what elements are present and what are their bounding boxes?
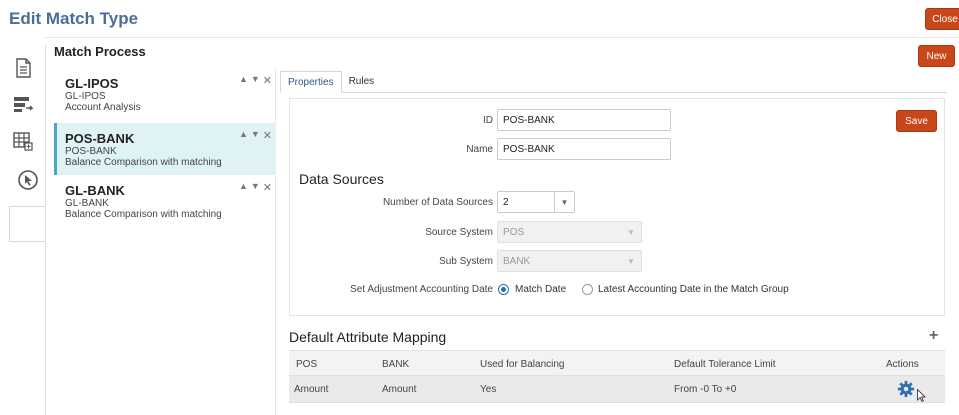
move-up-icon[interactable]: ▲ xyxy=(239,129,248,142)
id-field[interactable]: POS-BANK xyxy=(497,109,671,131)
data-sources-title: Data Sources xyxy=(299,171,384,187)
source-system-label: Source System xyxy=(425,227,493,238)
name-label: Name xyxy=(466,144,493,155)
match-process-title: Match Process xyxy=(54,44,146,59)
close-button[interactable]: Close xyxy=(925,8,959,30)
name-field[interactable]: POS-BANK xyxy=(497,138,671,160)
tab-rules[interactable]: Rules xyxy=(342,71,382,93)
id-label: ID xyxy=(483,115,493,126)
item-subtitle: GL-IPOS xyxy=(65,91,106,102)
move-down-icon[interactable]: ▼ xyxy=(251,129,260,142)
move-up-icon[interactable]: ▲ xyxy=(239,74,248,87)
chevron-down-icon: ▼ xyxy=(554,192,574,212)
data-transfer-icon[interactable] xyxy=(9,90,36,117)
rail-active-tab xyxy=(9,206,46,242)
gear-icon[interactable] xyxy=(897,380,915,398)
mouse-pointer-icon xyxy=(917,389,926,402)
document-list-icon[interactable] xyxy=(9,54,36,81)
rail-border xyxy=(45,44,46,415)
add-icon[interactable]: + xyxy=(929,327,938,345)
item-subtitle: GL-BANK xyxy=(65,198,109,209)
header-tolerance: Default Tolerance Limit xyxy=(674,359,776,370)
table-grid-icon[interactable] xyxy=(9,127,36,154)
header-balancing: Used for Balancing xyxy=(480,359,565,370)
num-sources-value: 2 xyxy=(503,196,509,208)
item-description: Balance Comparison with matching xyxy=(65,157,222,168)
item-description: Account Analysis xyxy=(65,102,141,113)
cursor-target-icon[interactable] xyxy=(14,166,41,193)
cell-pos: Amount xyxy=(294,384,329,395)
table-row[interactable]: Amount Amount Yes From -0 To +0 xyxy=(289,376,945,403)
item-subtitle: POS-BANK xyxy=(65,146,117,157)
latest-date-radio[interactable] xyxy=(582,284,593,295)
sub-system-select: BANK ▼ xyxy=(497,250,642,272)
match-date-radio[interactable] xyxy=(498,284,509,295)
left-icon-rail xyxy=(0,44,46,415)
remove-icon[interactable]: ✕ xyxy=(263,181,272,194)
latest-date-label: Latest Accounting Date in the Match Grou… xyxy=(598,284,789,295)
mapping-title: Default Attribute Mapping xyxy=(289,329,447,345)
page-title: Edit Match Type xyxy=(9,9,139,28)
move-up-icon[interactable]: ▲ xyxy=(239,181,248,194)
source-system-select: POS ▼ xyxy=(497,221,642,243)
adjustment-date-label: Set Adjustment Accounting Date xyxy=(350,284,493,295)
sub-system-value: BANK xyxy=(503,255,531,267)
header-actions: Actions xyxy=(886,359,919,370)
move-down-icon[interactable]: ▼ xyxy=(251,74,260,87)
sub-system-label: Sub System xyxy=(439,256,493,267)
list-item[interactable]: GL-IPOS GL-IPOS Account Analysis ▲ ▼ ✕ xyxy=(54,68,276,120)
header-bank: BANK xyxy=(382,359,410,370)
save-button[interactable]: Save xyxy=(896,110,937,132)
tab-bar: Properties Rules xyxy=(280,71,381,93)
match-process-list: GL-IPOS GL-IPOS Account Analysis ▲ ▼ ✕ POS… xyxy=(54,68,276,415)
num-sources-label: Number of Data Sources xyxy=(382,197,493,208)
list-item-selected[interactable]: POS-BANK POS-BANK Balance Comparison wit… xyxy=(54,123,276,175)
cell-bank: Amount xyxy=(382,384,417,395)
top-divider xyxy=(45,37,959,38)
chevron-down-icon: ▼ xyxy=(627,227,635,237)
item-description: Balance Comparison with matching xyxy=(65,209,222,220)
num-sources-select[interactable]: 2 ▼ xyxy=(497,191,575,213)
remove-icon[interactable]: ✕ xyxy=(263,129,272,142)
source-system-value: POS xyxy=(503,226,525,238)
cell-balancing: Yes xyxy=(480,384,497,395)
chevron-down-icon: ▼ xyxy=(627,256,635,266)
new-button[interactable]: New xyxy=(918,45,955,67)
match-date-label: Match Date xyxy=(515,284,567,295)
list-item[interactable]: GL-BANK GL-BANK Balance Comparison with … xyxy=(54,175,276,227)
tab-properties[interactable]: Properties xyxy=(280,71,342,93)
move-down-icon[interactable]: ▼ xyxy=(251,181,260,194)
cell-tolerance: From -0 To +0 xyxy=(674,384,737,395)
header-pos: POS xyxy=(296,359,318,370)
mapping-table-header: POS BANK Used for Balancing Default Tole… xyxy=(289,350,945,376)
remove-icon[interactable]: ✕ xyxy=(263,74,272,87)
